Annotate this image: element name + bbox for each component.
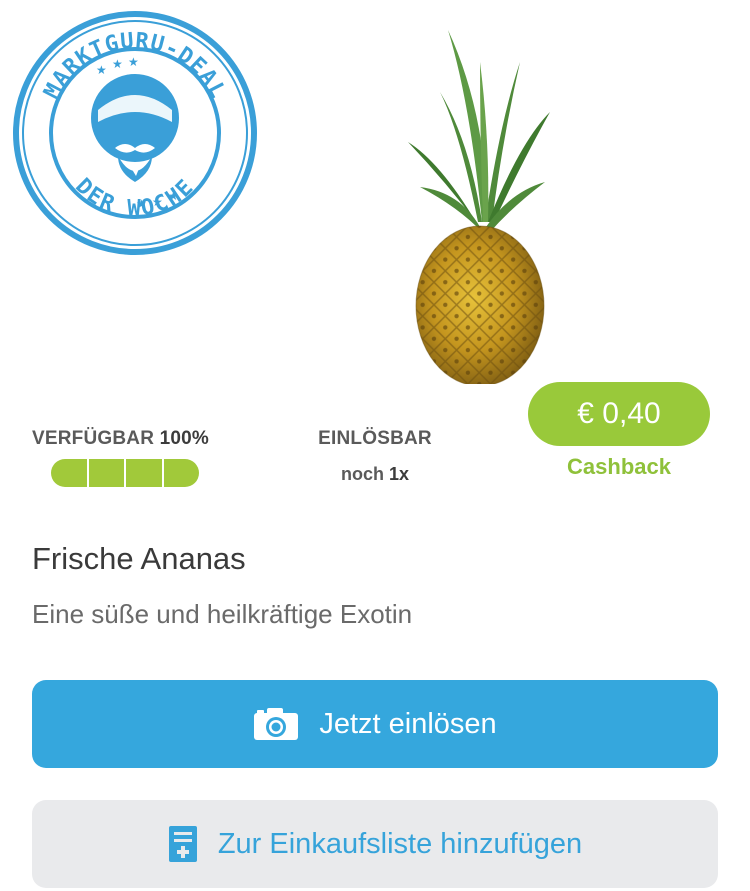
add-to-list-button-label: Zur Einkaufsliste hinzufügen [217,827,583,860]
add-to-shopping-list-button[interactable]: Zur Einkaufsliste hinzufügen [32,800,718,888]
svg-text:★: ★ [136,197,147,211]
deal-of-the-week-badge: MARKTGURU-DEAL DER WOCHE ★ ★ ★ ★ ★ ★ [13,11,257,255]
progress-segment [126,459,164,487]
svg-text:★: ★ [168,189,179,203]
progress-segment [164,459,200,487]
cashback-amount: € 0,40 [577,397,661,430]
availability-label: VERFÜGBAR [32,428,155,449]
redeemable-label: EINLÖSBAR [318,428,432,449]
redeem-button[interactable]: Jetzt einlösen [32,680,718,768]
progress-segment [51,459,89,487]
product-title: Frische Ananas [32,541,246,576]
svg-text:★: ★ [96,63,107,77]
pineapple-image [408,30,550,384]
cashback-amount-pill: € 0,40 [528,382,710,446]
cashback-label: Cashback [567,454,671,479]
progress-segment [89,459,126,487]
svg-text:★: ★ [128,55,139,69]
svg-text:★: ★ [152,195,163,209]
redeemable-count: 1x [388,464,410,484]
svg-text:★: ★ [112,57,123,71]
availability-percent: 100% [159,428,210,449]
redeem-button-label: Jetzt einlösen [319,707,497,740]
availability-progress-bar [51,459,199,487]
redeemable-prefix: noch [340,464,384,484]
availability-stat: VERFÜGBAR 100% [32,428,222,450]
add-to-list-icon [168,825,198,863]
camera-icon [253,707,299,741]
product-description: Eine süße und heilkräftige Exotin [32,599,413,629]
redeemable-stat: EINLÖSBAR noch 1x [290,428,460,485]
